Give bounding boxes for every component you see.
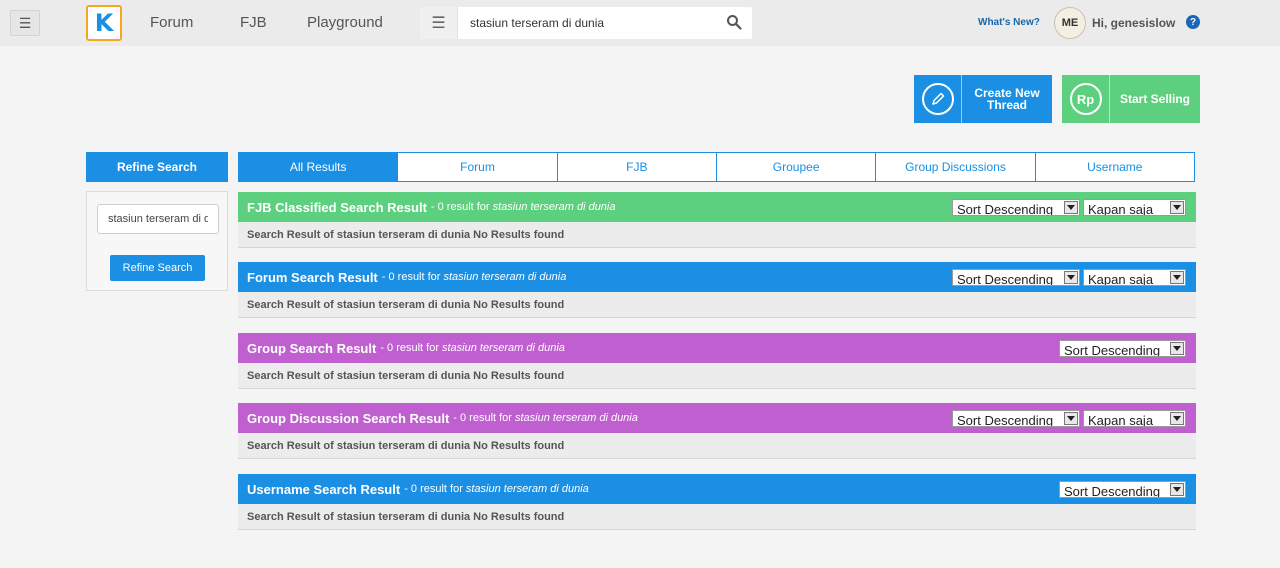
- create-thread-label: Create New Thread: [974, 86, 1040, 112]
- result-query: stasiun terseram di dunia: [465, 483, 589, 495]
- top-navbar: ☰ K Forum FJB Playground ☰ stasiun terse…: [0, 0, 1280, 46]
- start-selling-label: Start Selling: [1119, 92, 1190, 106]
- section-title: Group Discussion Search Result: [247, 410, 450, 426]
- result-query: stasiun terseram di dunia: [443, 271, 567, 283]
- group-discussion-result-section: Group Discussion Search Result - 0 resul…: [238, 403, 1196, 459]
- time-select[interactable]: Kapan saja: [1083, 410, 1186, 427]
- sort-select[interactable]: Sort Descending: [1059, 340, 1186, 357]
- search-input[interactable]: stasiun terseram di dunia: [470, 16, 604, 30]
- section-header: FJB Classified Search Result - 0 result …: [238, 192, 1196, 222]
- group-result-section: Group Search Result - 0 result for stasi…: [238, 333, 1196, 389]
- section-title: Username Search Result: [247, 481, 401, 497]
- refine-search-input[interactable]: [97, 204, 219, 234]
- refine-search-panel: Refine Search: [86, 191, 228, 291]
- result-count: - 0 result for: [381, 271, 441, 283]
- tab-groupee[interactable]: Groupee: [716, 152, 877, 182]
- sort-select[interactable]: Sort Descending: [952, 199, 1080, 216]
- result-count: - 0 result for: [380, 342, 439, 354]
- sort-select[interactable]: Sort Descending: [1059, 481, 1186, 498]
- section-title: FJB Classified Search Result: [247, 199, 427, 215]
- nav-forum[interactable]: Forum: [150, 14, 193, 31]
- result-count: - 0 result for: [453, 412, 512, 424]
- result-query: stasiun terseram di dunia: [492, 201, 616, 213]
- search-category-menu-icon[interactable]: ☰: [420, 7, 458, 39]
- nav-playground[interactable]: Playground: [307, 14, 383, 31]
- pencil-icon: [921, 83, 954, 115]
- refine-search-button[interactable]: Refine Search: [110, 255, 205, 281]
- rupiah-icon: Rp: [1069, 83, 1102, 115]
- no-results-message: Search Result of stasiun terseram di dun…: [238, 292, 1196, 318]
- search-bar: ☰ stasiun terseram di dunia: [420, 7, 752, 39]
- section-header: Username Search Result - 0 result for st…: [238, 474, 1196, 504]
- help-icon[interactable]: ?: [1186, 15, 1200, 29]
- result-count: - 0 result for: [404, 483, 463, 495]
- avatar[interactable]: ME: [1054, 7, 1086, 39]
- chevron-down-icon: [1170, 412, 1184, 425]
- no-results-message: Search Result of stasiun terseram di dun…: [238, 504, 1196, 530]
- section-title: Forum Search Result: [247, 269, 378, 285]
- no-results-message: Search Result of stasiun terseram di dun…: [238, 222, 1196, 248]
- section-header: Forum Search Result - 0 result for stasi…: [238, 262, 1196, 292]
- no-results-message: Search Result of stasiun terseram di dun…: [238, 363, 1196, 389]
- result-query: stasiun terseram di dunia: [442, 342, 565, 354]
- chevron-down-icon: [1064, 201, 1078, 214]
- start-selling-button[interactable]: Rp Start Selling: [1062, 75, 1200, 123]
- result-count: - 0 result for: [430, 201, 490, 213]
- chevron-down-icon: [1064, 271, 1078, 284]
- whats-new-link[interactable]: What's New?: [978, 17, 1040, 28]
- section-title: Group Search Result: [247, 340, 377, 356]
- chevron-down-icon: [1170, 271, 1184, 284]
- section-header: Group Discussion Search Result - 0 resul…: [238, 403, 1196, 433]
- sort-select[interactable]: Sort Descending: [952, 410, 1080, 427]
- no-results-message: Search Result of stasiun terseram di dun…: [238, 433, 1196, 459]
- tab-all-results[interactable]: All Results: [238, 152, 399, 182]
- chevron-down-icon: [1170, 342, 1184, 355]
- user-greeting[interactable]: Hi, genesislow: [1092, 16, 1175, 30]
- create-new-thread-button[interactable]: Create New Thread: [914, 75, 1052, 123]
- tab-fjb[interactable]: FJB: [557, 152, 717, 182]
- result-query: stasiun terseram di dunia: [514, 412, 638, 424]
- chevron-down-icon: [1064, 412, 1078, 425]
- time-select[interactable]: Kapan saja: [1083, 269, 1186, 286]
- kaskus-logo[interactable]: K: [86, 5, 122, 41]
- chevron-down-icon: [1170, 483, 1184, 496]
- username-result-section: Username Search Result - 0 result for st…: [238, 474, 1196, 530]
- sort-select[interactable]: Sort Descending: [952, 269, 1080, 286]
- hamburger-menu-button[interactable]: ☰: [10, 10, 40, 36]
- refine-search-title: Refine Search: [86, 152, 228, 182]
- chevron-down-icon: [1170, 201, 1184, 214]
- forum-result-section: Forum Search Result - 0 result for stasi…: [238, 262, 1196, 318]
- result-tabs: All Results Forum FJB Groupee Group Disc…: [238, 152, 1195, 182]
- search-icon[interactable]: [726, 14, 742, 30]
- section-header: Group Search Result - 0 result for stasi…: [238, 333, 1196, 363]
- fjb-result-section: FJB Classified Search Result - 0 result …: [238, 192, 1196, 248]
- tab-username[interactable]: Username: [1035, 152, 1195, 182]
- tab-group-discussions[interactable]: Group Discussions: [876, 152, 1036, 182]
- time-select[interactable]: Kapan saja: [1083, 199, 1186, 216]
- tab-forum[interactable]: Forum: [398, 152, 558, 182]
- nav-fjb[interactable]: FJB: [240, 14, 267, 31]
